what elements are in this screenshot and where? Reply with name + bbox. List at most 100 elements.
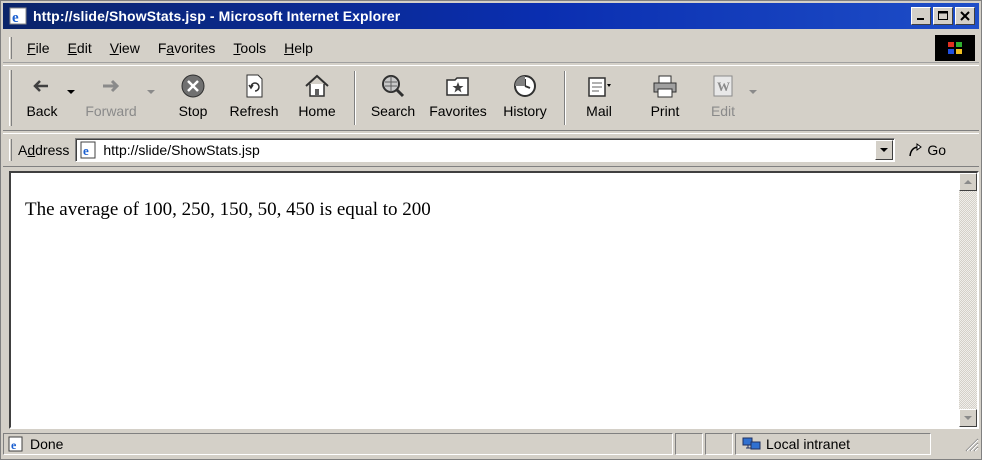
page-viewport: The average of 100, 250, 150, 50, 450 is…	[9, 171, 979, 429]
refresh-label: Refresh	[229, 103, 279, 119]
toolbar-grip	[9, 70, 12, 126]
page-content: The average of 100, 250, 150, 50, 450 is…	[11, 173, 959, 427]
forward-button[interactable]: Forward	[76, 66, 146, 128]
forward-arrow-icon	[103, 79, 120, 93]
ie-logo-icon: e	[9, 7, 27, 25]
print-label: Print	[650, 103, 680, 119]
minimize-button[interactable]	[911, 7, 931, 25]
back-button[interactable]: Back	[18, 66, 66, 128]
window-controls	[911, 7, 975, 25]
menu-help-accel: H	[284, 39, 295, 56]
minimize-icon	[917, 18, 924, 20]
menu-bar: File Edit View Favorites Tools Help	[3, 33, 979, 63]
chevron-down-icon	[67, 89, 75, 94]
menu-favorites[interactable]: Favorites	[149, 40, 225, 56]
address-label: Address	[18, 142, 69, 158]
status-security-panel	[705, 433, 733, 455]
ie-page-icon: e	[8, 436, 23, 452]
scroll-up-button[interactable]	[959, 173, 977, 191]
status-progress-panel	[675, 433, 703, 455]
edit-dropdown[interactable]	[748, 72, 758, 112]
mail-button[interactable]: Mail	[574, 66, 624, 128]
status-zone-panel: Local intranet	[735, 433, 931, 455]
back-dropdown[interactable]	[66, 72, 76, 112]
status-text: Done	[30, 436, 64, 452]
svg-text:e: e	[83, 143, 89, 158]
menu-tools[interactable]: Tools	[224, 40, 275, 56]
address-input[interactable]: e http://slide/ShowStats.jsp	[75, 138, 896, 162]
go-label: Go	[927, 142, 947, 158]
menu-view-accel: V	[109, 39, 119, 56]
local-intranet-icon	[742, 437, 761, 450]
toolbar-separator	[564, 71, 566, 125]
status-bar: e Done Local intranet	[3, 431, 979, 457]
address-label-accel: d	[27, 142, 36, 158]
edit-label: Edit	[710, 103, 736, 119]
menu-view[interactable]: View	[101, 40, 149, 56]
chevron-down-icon	[749, 89, 757, 94]
chevron-down-icon	[880, 147, 889, 152]
favorites-button[interactable]: Favorites	[422, 66, 494, 128]
favorites-label: Favorites	[429, 103, 487, 119]
menu-edit-accel: E	[67, 39, 77, 56]
maximize-icon	[938, 11, 948, 20]
menu-tools-label: ools	[240, 39, 267, 56]
close-icon	[960, 11, 970, 21]
forward-label: Forward	[85, 103, 137, 119]
go-arrow-icon	[909, 143, 923, 157]
menu-help-label: elp	[294, 39, 313, 56]
browser-window: e http://slide/ShowStats.jsp - Microsoft…	[0, 0, 982, 460]
menu-help[interactable]: Help	[275, 40, 322, 56]
menu-file-label: ile	[35, 39, 50, 56]
search-label: Search	[370, 103, 416, 119]
resize-grip-icon[interactable]	[963, 436, 979, 452]
svg-text:e: e	[11, 438, 17, 452]
back-arrow-icon	[33, 80, 48, 92]
stop-icon	[181, 74, 205, 98]
word-edit-icon: W	[713, 75, 733, 97]
home-button[interactable]: Home	[288, 66, 346, 128]
forward-dropdown[interactable]	[146, 72, 156, 112]
scroll-down-button[interactable]	[959, 409, 977, 427]
page-text: The average of 100, 250, 150, 50, 450 is…	[25, 199, 431, 220]
edit-button[interactable]: W Edit	[698, 66, 748, 128]
history-label: History	[503, 103, 547, 119]
close-button[interactable]	[955, 7, 975, 25]
status-text-panel: e Done	[3, 433, 673, 455]
address-label-rest: dress	[35, 142, 70, 158]
refresh-icon	[246, 74, 263, 98]
search-button[interactable]: Search	[364, 66, 422, 128]
menu-file[interactable]: File	[18, 40, 59, 56]
menu-grip	[9, 36, 12, 59]
toolbar-separator	[354, 71, 356, 125]
printer-icon	[653, 75, 677, 98]
home-icon	[305, 74, 329, 97]
maximize-button[interactable]	[933, 7, 953, 25]
menu-view-label: iew	[118, 39, 140, 56]
history-button[interactable]: History	[494, 66, 556, 128]
go-button[interactable]: Go	[907, 141, 946, 159]
back-label: Back	[26, 103, 58, 119]
svg-text:W: W	[717, 79, 730, 94]
history-clock-icon	[514, 75, 536, 97]
stop-label: Stop	[178, 103, 208, 119]
status-zone-label: Local intranet	[766, 436, 851, 452]
standard-toolbar: Back Forward Stop Refresh Home Search Fa…	[3, 65, 979, 131]
address-url[interactable]: http://slide/ShowStats.jsp	[103, 142, 875, 158]
windows-logo-icon	[948, 41, 962, 54]
title-bar: e http://slide/ShowStats.jsp - Microsoft…	[3, 3, 979, 29]
window-title: http://slide/ShowStats.jsp - Microsoft I…	[33, 8, 401, 24]
address-bar: Address e http://slide/ShowStats.jsp Go	[3, 133, 979, 167]
refresh-button[interactable]: Refresh	[220, 66, 288, 128]
menu-favorites-label: vorites	[174, 39, 216, 56]
arrow-down-icon	[964, 415, 972, 420]
menu-file-accel: F	[27, 39, 36, 56]
address-dropdown-button[interactable]	[875, 140, 894, 160]
menu-edit[interactable]: Edit	[59, 40, 101, 56]
stop-button[interactable]: Stop	[166, 66, 220, 128]
svg-text:e: e	[12, 10, 19, 25]
address-grip	[9, 139, 12, 161]
mail-icon	[588, 77, 611, 97]
vertical-scrollbar[interactable]	[959, 173, 977, 427]
print-button[interactable]: Print	[632, 66, 698, 128]
